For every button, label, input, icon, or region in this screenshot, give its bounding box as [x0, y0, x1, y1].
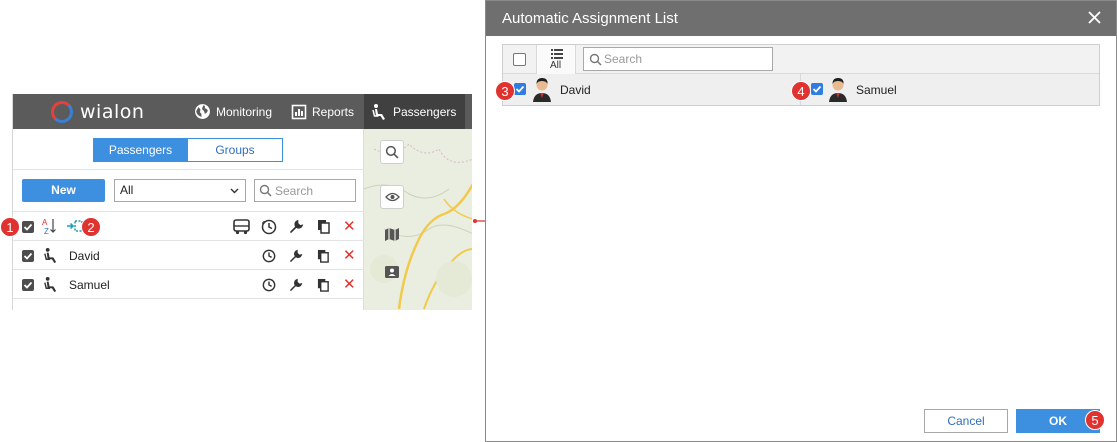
delete-all-icon[interactable]: ✕ — [343, 217, 356, 235]
divider — [13, 169, 364, 170]
map-layers-button[interactable] — [380, 223, 404, 247]
tab-groups[interactable]: Groups — [188, 138, 283, 162]
item-name: David — [560, 83, 591, 97]
check-icon — [23, 252, 33, 260]
top-navigation-bar: wialon Monitoring Reports Passengers — [13, 94, 472, 129]
dialog-search-input[interactable] — [604, 50, 768, 68]
dialog-search-box — [583, 47, 773, 71]
select-all-checkbox[interactable] — [22, 221, 34, 233]
map-search-button[interactable] — [380, 140, 404, 164]
nav-reports-label: Reports — [312, 104, 355, 119]
map-contact-button[interactable] — [380, 261, 404, 285]
close-icon[interactable] — [1087, 10, 1102, 25]
passenger-name[interactable]: David — [69, 249, 100, 263]
reports-icon — [291, 104, 307, 119]
select-all-checkbox[interactable] — [513, 53, 526, 66]
dialog-title: Automatic Assignment List — [502, 10, 678, 27]
search-icon — [385, 145, 399, 159]
search-icon — [259, 184, 272, 197]
list-item[interactable]: Samuel — [801, 74, 1099, 105]
step-badge-3: 3 — [495, 81, 515, 101]
check-icon — [515, 85, 525, 93]
map-visibility-button[interactable] — [380, 185, 404, 209]
history-icon[interactable] — [262, 249, 276, 263]
wrench-icon[interactable] — [289, 249, 303, 263]
svg-text:A: A — [42, 218, 48, 227]
nav-passengers[interactable]: Passengers — [364, 94, 465, 129]
automatic-assignment-dialog: Automatic Assignment List All Search Dav… — [485, 0, 1117, 442]
list-icon — [551, 49, 563, 59]
list-item[interactable]: David — [503, 74, 801, 105]
filter-select-value: All — [120, 183, 134, 197]
passenger-icon — [44, 276, 57, 293]
history-icon[interactable] — [261, 219, 277, 235]
row-checkbox[interactable] — [22, 250, 34, 262]
chevron-down-icon — [230, 188, 239, 194]
show-all-label: All — [550, 60, 562, 71]
step-badge-5: 5 — [1085, 410, 1105, 430]
copy-icon[interactable] — [317, 219, 331, 234]
copy-icon[interactable] — [317, 249, 330, 263]
eye-icon — [385, 192, 400, 202]
step-badge-4: 4 — [791, 81, 811, 101]
check-icon — [23, 281, 33, 289]
nav-monitoring-label: Monitoring — [216, 104, 273, 119]
copy-icon[interactable] — [317, 278, 330, 292]
wrench-icon[interactable] — [289, 278, 303, 292]
history-icon[interactable] — [262, 278, 276, 292]
user-avatar-icon — [533, 78, 551, 102]
filter-select[interactable]: All — [114, 179, 246, 202]
check-icon — [23, 223, 33, 231]
show-all-button[interactable]: All — [536, 45, 576, 74]
logo-text: wialon — [80, 101, 145, 123]
passenger-icon — [372, 103, 385, 120]
nav-reports[interactable]: Reports — [291, 94, 354, 129]
wrench-icon[interactable] — [289, 219, 304, 234]
step-badge-2: 2 — [81, 217, 101, 237]
row-checkbox[interactable] — [22, 279, 34, 291]
delete-icon[interactable]: ✕ — [343, 246, 356, 264]
item-checkbox[interactable] — [811, 83, 823, 95]
svg-text:Z: Z — [44, 227, 49, 235]
map-area[interactable] — [364, 129, 472, 310]
tab-bar: Passengers Groups — [93, 138, 283, 162]
contact-card-icon — [385, 266, 399, 278]
cancel-button[interactable]: Cancel — [924, 409, 1008, 433]
step-badge-1: 1 — [0, 217, 20, 237]
table-row: David ✕ — [13, 241, 364, 270]
sort-az-icon[interactable]: AZ — [42, 217, 58, 235]
screen: wialon Monitoring Reports Passengers Pas… — [0, 0, 1117, 442]
passengers-content: Passengers Groups New All AZ — [13, 129, 364, 310]
user-avatar-icon — [829, 78, 847, 102]
table-row: Samuel ✕ — [13, 270, 364, 299]
globe-icon — [195, 104, 210, 119]
item-name: Samuel — [856, 83, 897, 97]
wialon-logo[interactable]: wialon — [51, 100, 144, 124]
nav-monitoring[interactable]: Monitoring — [194, 94, 272, 129]
wialon-panel: wialon Monitoring Reports Passengers Pas… — [12, 94, 472, 310]
bus-icon[interactable] — [233, 219, 250, 235]
passenger-icon — [44, 247, 57, 264]
grid-header: All — [503, 45, 1099, 74]
map-icon — [385, 228, 399, 241]
passenger-name[interactable]: Samuel — [69, 278, 110, 292]
check-icon — [812, 85, 822, 93]
delete-icon[interactable]: ✕ — [343, 275, 356, 293]
search-icon — [589, 53, 602, 66]
search-input[interactable] — [275, 181, 353, 200]
nav-passengers-label: Passengers — [393, 104, 457, 119]
new-button[interactable]: New — [22, 179, 105, 202]
item-checkbox[interactable] — [514, 83, 526, 95]
list-header-row: AZ ✕ — [13, 212, 364, 241]
logo-ring-icon — [51, 101, 73, 123]
dialog-header: Automatic Assignment List — [486, 1, 1116, 36]
search-box — [254, 179, 356, 202]
tab-passengers[interactable]: Passengers — [93, 138, 188, 162]
